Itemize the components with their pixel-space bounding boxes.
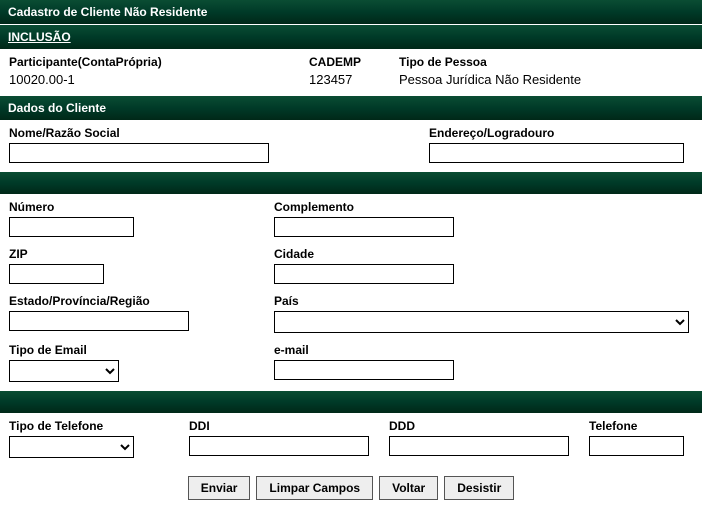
tipo-email-select[interactable] xyxy=(9,360,119,382)
numero-label: Número xyxy=(9,200,274,214)
endereco-label: Endereço/Logradouro xyxy=(429,126,693,140)
participant-info: Participante(ContaPrópria) 10020.00-1 CA… xyxy=(0,49,702,95)
estado-label: Estado/Província/Região xyxy=(9,294,274,308)
email-label: e-mail xyxy=(274,343,693,357)
tipo-email-label: Tipo de Email xyxy=(9,343,274,357)
pais-select[interactable] xyxy=(274,311,689,333)
desistir-button[interactable]: Desistir xyxy=(444,476,514,500)
nome-label: Nome/Razão Social xyxy=(9,126,429,140)
tipo-telefone-select[interactable] xyxy=(9,436,134,458)
zip-label: ZIP xyxy=(9,247,274,261)
cademp-value: 123457 xyxy=(309,72,399,87)
cidade-field[interactable] xyxy=(274,264,454,284)
pais-label: País xyxy=(274,294,693,308)
participante-value: 10020.00-1 xyxy=(9,72,309,87)
estado-field[interactable] xyxy=(9,311,189,331)
tipo-pessoa-label: Tipo de Pessoa xyxy=(399,55,693,69)
ddi-field[interactable] xyxy=(189,436,369,456)
voltar-button[interactable]: Voltar xyxy=(379,476,438,500)
limpar-button[interactable]: Limpar Campos xyxy=(256,476,373,500)
enviar-button[interactable]: Enviar xyxy=(188,476,251,500)
zip-field[interactable] xyxy=(9,264,104,284)
complemento-field[interactable] xyxy=(274,217,454,237)
participante-label: Participante(ContaPrópria) xyxy=(9,55,309,69)
separator-bar-1 xyxy=(0,172,702,194)
cademp-label: CADEMP xyxy=(309,55,399,69)
complemento-label: Complemento xyxy=(274,200,693,214)
ddd-field[interactable] xyxy=(389,436,569,456)
cidade-label: Cidade xyxy=(274,247,693,261)
tipo-telefone-label: Tipo de Telefone xyxy=(9,419,189,433)
separator-bar-2 xyxy=(0,391,702,413)
endereco-field[interactable] xyxy=(429,143,684,163)
page-title: Cadastro de Cliente Não Residente xyxy=(0,0,702,24)
numero-field[interactable] xyxy=(9,217,134,237)
section-dados-cliente: Dados do Cliente xyxy=(0,96,702,120)
telefone-label: Telefone xyxy=(589,419,693,433)
tipo-pessoa-value: Pessoa Jurídica Não Residente xyxy=(399,72,693,87)
nome-field[interactable] xyxy=(9,143,269,163)
ddi-label: DDI xyxy=(189,419,389,433)
operation-label: INCLUSÃO xyxy=(0,25,702,49)
action-buttons: Enviar Limpar Campos Voltar Desistir xyxy=(0,466,702,510)
email-field[interactable] xyxy=(274,360,454,380)
telefone-field[interactable] xyxy=(589,436,684,456)
ddd-label: DDD xyxy=(389,419,589,433)
